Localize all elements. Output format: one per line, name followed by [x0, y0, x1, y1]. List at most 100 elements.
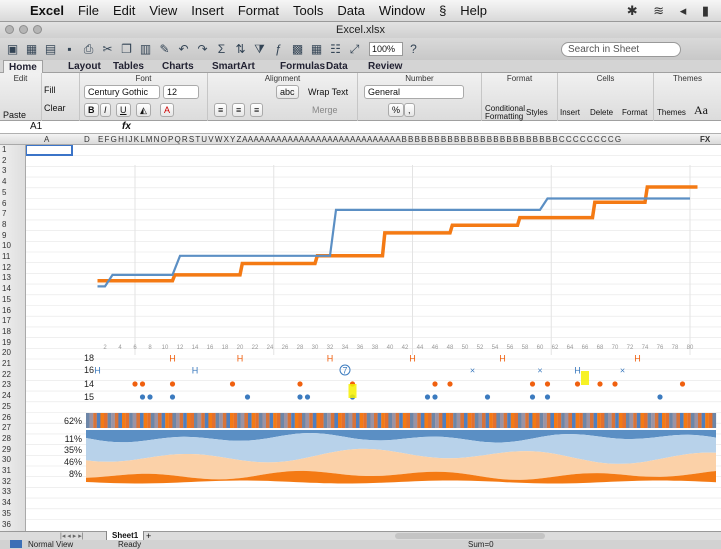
row-26[interactable]: 26: [2, 413, 11, 422]
row-25[interactable]: 25: [2, 402, 11, 411]
row-30[interactable]: 30: [2, 455, 11, 464]
menu-help[interactable]: Help: [460, 3, 487, 18]
menu-view[interactable]: View: [149, 3, 177, 18]
font-size-select[interactable]: 12: [163, 85, 199, 99]
cut-icon[interactable]: ✂: [99, 41, 116, 57]
menu-app[interactable]: Excel: [30, 3, 64, 18]
redo-icon[interactable]: ↷: [194, 41, 211, 57]
column-fx[interactable]: FX: [700, 134, 710, 144]
tab-home[interactable]: Home: [3, 60, 43, 73]
name-box[interactable]: A1: [30, 121, 80, 133]
menu-window[interactable]: Window: [379, 3, 425, 18]
conditional-formatting-button[interactable]: Conditional Formatting: [485, 105, 525, 121]
delete-button[interactable]: Delete: [590, 108, 613, 117]
column-rest[interactable]: E F G H I J K L M N O P Q R S T U V W X …: [98, 134, 621, 144]
tab-charts[interactable]: Charts: [162, 60, 194, 73]
spreadsheet-grid[interactable]: 2 4 6 8 10 12 14 16 18 20 22 24 26 28 30 32 34 36 38 40 42 44…: [26, 145, 721, 531]
save-icon[interactable]: ▪: [61, 41, 78, 57]
row-7[interactable]: 7: [2, 209, 6, 218]
menu-data[interactable]: Data: [337, 3, 364, 18]
horizontal-scrollbar[interactable]: [395, 533, 545, 539]
tab-review[interactable]: Review: [368, 60, 402, 73]
column-d[interactable]: D: [84, 134, 90, 144]
row-18[interactable]: 18: [2, 327, 11, 336]
row-15[interactable]: 15: [2, 295, 11, 304]
row-20[interactable]: 20: [2, 348, 11, 357]
fullscreen-icon[interactable]: ⤢: [346, 41, 363, 57]
fill-color-icon[interactable]: ◭: [136, 103, 151, 117]
row-31[interactable]: 31: [2, 466, 11, 475]
styles-button[interactable]: Styles: [526, 108, 548, 117]
format-painter-icon[interactable]: ✎: [156, 41, 173, 57]
tab-formulas[interactable]: Formulas: [280, 60, 325, 73]
orientation-button[interactable]: abc: [276, 85, 299, 99]
undo-icon[interactable]: ↶: [175, 41, 192, 57]
row-2[interactable]: 2: [2, 156, 6, 165]
row-33[interactable]: 33: [2, 487, 11, 496]
row-21[interactable]: 21: [2, 359, 11, 368]
zoom-select[interactable]: 100%: [369, 42, 403, 56]
row-16[interactable]: 16: [2, 306, 11, 315]
row-23[interactable]: 23: [2, 380, 11, 389]
text-color-button[interactable]: A: [160, 103, 175, 117]
row-34[interactable]: 34: [2, 498, 11, 507]
function-icon[interactable]: ƒ: [270, 41, 287, 57]
search-input[interactable]: Search in Sheet: [561, 42, 681, 57]
fx-button[interactable]: fx: [122, 121, 131, 132]
row-32[interactable]: 32: [2, 477, 11, 486]
help-icon[interactable]: ?: [405, 41, 422, 57]
paste-icon[interactable]: ▥: [137, 41, 154, 57]
sort-icon[interactable]: ⇅: [232, 41, 249, 57]
row-14[interactable]: 14: [2, 284, 11, 293]
menu-edit[interactable]: Edit: [113, 3, 135, 18]
media-icon[interactable]: ▦: [308, 41, 325, 57]
sidebar-icon[interactable]: ☷: [327, 41, 344, 57]
normal-view-icon[interactable]: [10, 540, 22, 548]
row-6[interactable]: 6: [2, 199, 6, 208]
row-12[interactable]: 12: [2, 263, 11, 272]
menu-insert[interactable]: Insert: [191, 3, 224, 18]
percent-button[interactable]: %: [388, 103, 405, 117]
font-name-select[interactable]: Century Gothic: [84, 85, 160, 99]
clear-button[interactable]: Clear: [44, 103, 66, 113]
row-35[interactable]: 35: [2, 509, 11, 518]
row-27[interactable]: 27: [2, 423, 11, 432]
fill-button[interactable]: Fill: [44, 85, 56, 95]
column-a[interactable]: A: [44, 134, 49, 144]
zoom-window-button[interactable]: [33, 25, 42, 34]
wrap-text-button[interactable]: Wrap Text: [308, 87, 348, 97]
theme-fonts-button[interactable]: Aa: [694, 103, 708, 118]
tab-layout[interactable]: Layout: [68, 60, 101, 73]
themes-button[interactable]: Themes: [657, 108, 686, 117]
menu-format[interactable]: Format: [238, 3, 279, 18]
row-10[interactable]: 10: [2, 241, 11, 250]
row-1[interactable]: 1: [2, 145, 6, 154]
tab-tables[interactable]: Tables: [113, 60, 144, 73]
row-36[interactable]: 36: [2, 520, 11, 529]
tab-smartart[interactable]: SmartArt: [212, 60, 255, 73]
align-right-icon[interactable]: ≡: [250, 103, 264, 117]
italic-button[interactable]: I: [100, 103, 111, 117]
row-5[interactable]: 5: [2, 188, 6, 197]
tab-data[interactable]: Data: [326, 60, 348, 73]
row-29[interactable]: 29: [2, 445, 11, 454]
align-center-icon[interactable]: ≡: [232, 103, 246, 117]
format-button[interactable]: Format: [622, 108, 647, 117]
sheet-nav-icons[interactable]: |◂ ◂ ▸ ▸|: [60, 532, 84, 540]
bold-button[interactable]: B: [84, 103, 99, 117]
row-28[interactable]: 28: [2, 434, 11, 443]
filter-icon[interactable]: ⧩: [251, 41, 268, 57]
row-17[interactable]: 17: [2, 316, 11, 325]
number-format-select[interactable]: General: [364, 85, 464, 99]
comma-button[interactable]: ,: [404, 103, 415, 117]
toolbox-icon[interactable]: ▩: [289, 41, 306, 57]
script-menu-icon[interactable]: §: [439, 3, 446, 18]
row-24[interactable]: 24: [2, 391, 11, 400]
row-3[interactable]: 3: [2, 166, 6, 175]
menu-tools[interactable]: Tools: [293, 3, 323, 18]
open-icon[interactable]: ▤: [42, 41, 59, 57]
row-4[interactable]: 4: [2, 177, 6, 186]
paste-button[interactable]: Paste: [3, 110, 26, 120]
close-window-button[interactable]: [5, 25, 14, 34]
row-9[interactable]: 9: [2, 231, 6, 240]
